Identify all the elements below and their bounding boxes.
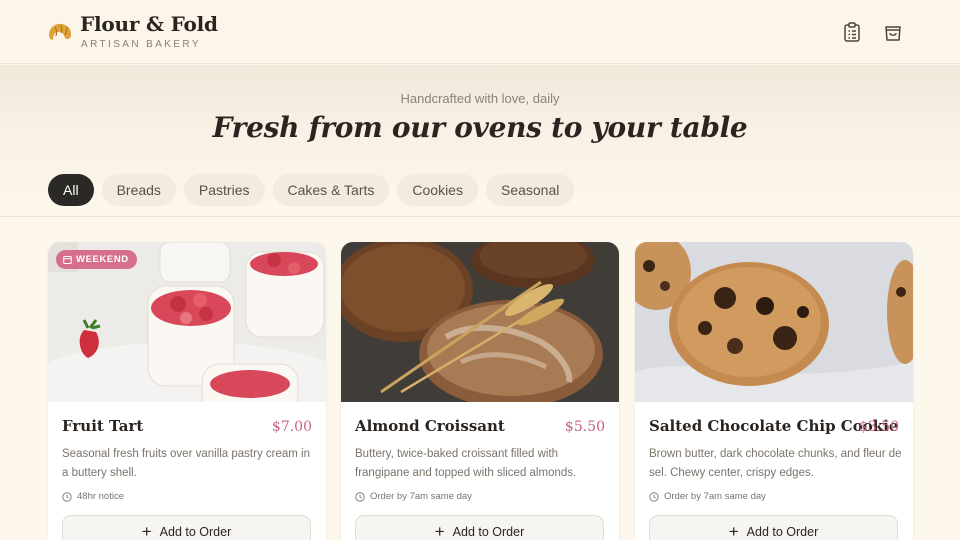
- category-chip-seasonal[interactable]: Seasonal: [485, 174, 575, 206]
- product-image[interactable]: [341, 242, 619, 402]
- site-header: Flour & Fold ARTISAN BAKERY: [0, 0, 960, 64]
- order-list-icon: [844, 22, 860, 42]
- order-note: 48hr notice: [62, 491, 124, 502]
- clock-icon: [62, 491, 72, 502]
- order-list-button[interactable]: [840, 20, 864, 44]
- hero-section: Handcrafted with love, daily Fresh from …: [0, 65, 960, 217]
- product-price: $5.50: [564, 419, 605, 435]
- calendar-icon: [63, 256, 72, 264]
- order-note-text: 48hr notice: [77, 491, 125, 502]
- badge-label: WEEKEND: [76, 254, 129, 265]
- product-description: Seasonal fresh fruits over vanilla pastr…: [62, 448, 310, 479]
- order-note-text: Order by 7am same day: [370, 491, 472, 502]
- brand-subtitle: ARTISAN BAKERY: [81, 39, 201, 50]
- plus-icon: +: [434, 521, 445, 540]
- weekend-badge: WEEKEND: [56, 250, 137, 269]
- add-to-order-label: Add to Order: [159, 525, 232, 539]
- add-to-order-label: Add to Order: [452, 525, 525, 539]
- hero-headline: Fresh from our ovens to your table: [212, 111, 748, 144]
- product-card[interactable]: Almond Croissant $5.50 Buttery, twice-ba…: [341, 242, 619, 540]
- category-chip-cookies[interactable]: Cookies: [397, 174, 478, 206]
- product-title: Almond Croissant: [355, 417, 505, 435]
- order-note-text: Order by 7am same day: [664, 491, 766, 502]
- croissant-icon: [49, 23, 72, 40]
- category-chip-cakes-tarts[interactable]: Cakes & Tarts: [272, 174, 390, 206]
- add-to-order-button[interactable]: + Add to Order: [62, 515, 311, 540]
- add-to-order-label: Add to Order: [746, 525, 819, 539]
- hero-tagline: Handcrafted with love, daily: [400, 91, 560, 106]
- clock-icon: [649, 491, 659, 502]
- product-image[interactable]: [635, 242, 913, 402]
- product-description: Buttery, twice-baked croissant filled wi…: [355, 448, 577, 479]
- category-chip-pastries[interactable]: Pastries: [183, 174, 265, 206]
- brand-name[interactable]: Flour & Fold: [80, 12, 218, 36]
- category-filter: All Breads Pastries Cakes & Tarts Cookie…: [48, 174, 575, 206]
- add-to-order-button[interactable]: + Add to Order: [355, 515, 604, 540]
- plus-icon: +: [141, 521, 152, 540]
- order-note: Order by 7am same day: [355, 491, 472, 502]
- product-price: $3.50: [858, 419, 899, 435]
- add-to-order-button[interactable]: + Add to Order: [649, 515, 898, 540]
- order-note: Order by 7am same day: [649, 491, 766, 502]
- product-title: Fruit Tart: [62, 417, 144, 435]
- category-chip-all[interactable]: All: [48, 174, 94, 206]
- product-price: $7.00: [271, 419, 312, 435]
- plus-icon: +: [728, 521, 739, 540]
- product-card[interactable]: WEEKEND Fruit Tart $7.00 Seasonal fresh …: [48, 242, 326, 540]
- category-chip-breads[interactable]: Breads: [101, 174, 176, 206]
- product-card[interactable]: Salted Chocolate Chip Cookie $3.50 Brown…: [635, 242, 913, 540]
- shopping-bag-button[interactable]: [881, 20, 905, 44]
- product-description: Brown butter, dark chocolate chunks, and…: [649, 448, 902, 479]
- shopping-bag-icon: [885, 26, 901, 41]
- clock-icon: [355, 491, 365, 502]
